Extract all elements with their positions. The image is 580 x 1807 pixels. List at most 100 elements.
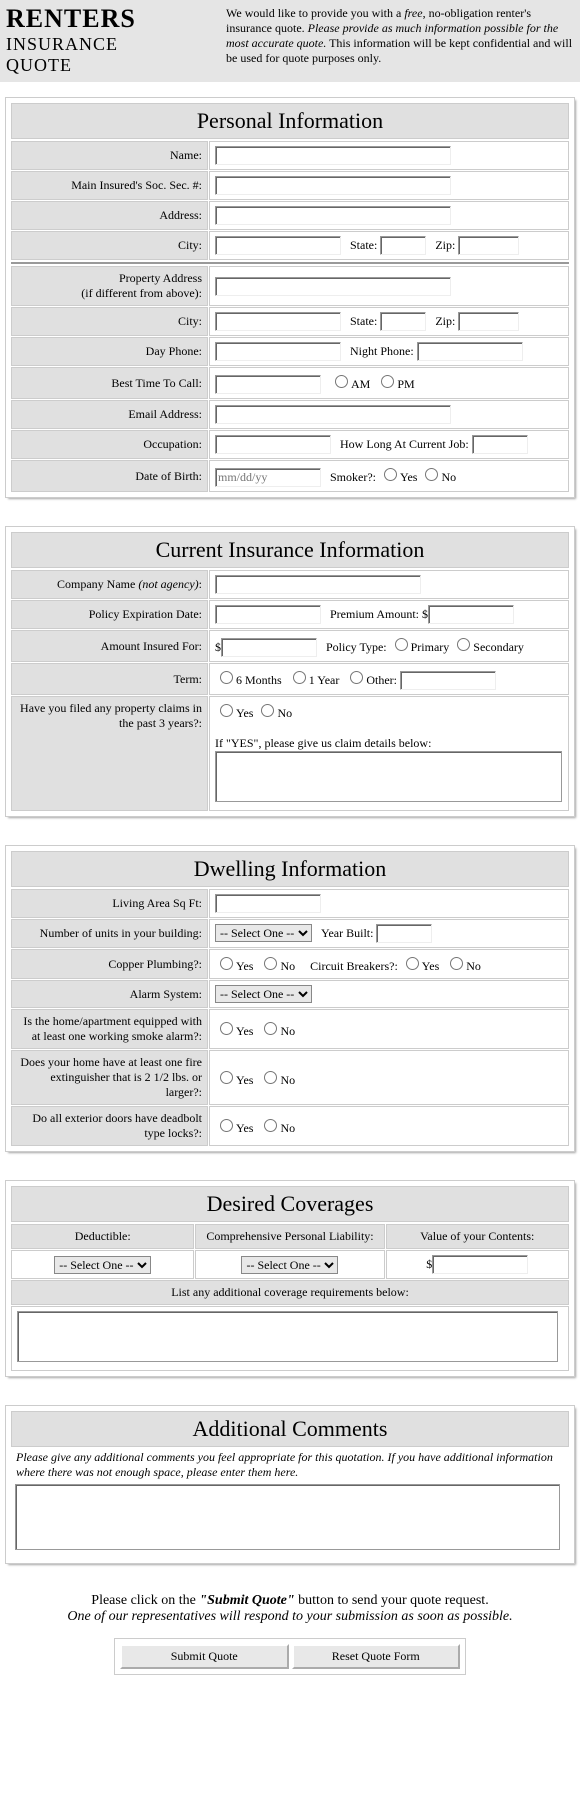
deductible-select[interactable]: -- Select One -- — [54, 1256, 151, 1274]
additional-coverage-textarea[interactable] — [17, 1311, 558, 1362]
comments-section: Additional Comments Please give any addi… — [6, 1406, 574, 1563]
best-time-input[interactable] — [215, 375, 321, 394]
label-company: Company Name (not agency): — [11, 570, 208, 599]
copper-no-radio[interactable] — [264, 957, 277, 970]
section-title: Desired Coverages — [11, 1186, 569, 1222]
year-built-input[interactable] — [376, 924, 432, 943]
zip2-input[interactable] — [458, 312, 519, 331]
email-input[interactable] — [215, 405, 451, 424]
label-term: Term: — [11, 663, 208, 695]
occupation-input[interactable] — [215, 435, 331, 454]
label-address: Address: — [11, 201, 208, 230]
smoke-yes-radio[interactable] — [220, 1022, 233, 1035]
coverages-section: Desired Coverages Deductible:Comprehensi… — [6, 1181, 574, 1376]
city2-input[interactable] — [215, 312, 341, 331]
city-input[interactable] — [215, 236, 341, 255]
current-insurance-section: Current Insurance Information Company Na… — [6, 527, 574, 816]
claims-details-textarea[interactable] — [215, 751, 562, 802]
label-email: Email Address: — [11, 400, 208, 429]
comments-note: Please give any additional comments you … — [10, 1448, 570, 1482]
label-name: Name: — [11, 141, 208, 170]
property-address-input[interactable] — [215, 277, 451, 296]
premium-input[interactable] — [428, 605, 514, 624]
label-units: Number of units in your building: — [11, 919, 208, 948]
claims-no-radio[interactable] — [261, 704, 274, 717]
label-occupation: Occupation: — [11, 430, 208, 459]
copper-yes-radio[interactable] — [220, 957, 233, 970]
section-title: Dwelling Information — [11, 851, 569, 887]
title-quote: QUOTE — [6, 55, 226, 76]
claims-yes-radio[interactable] — [220, 704, 233, 717]
label-ssn: Main Insured's Soc. Sec. #: — [11, 171, 208, 200]
section-title: Additional Comments — [11, 1411, 569, 1447]
label-additional-coverage: List any additional coverage requirement… — [11, 1280, 569, 1305]
label-best-time: Best Time To Call: — [11, 367, 208, 399]
cpl-select[interactable]: -- Select One -- — [241, 1256, 338, 1274]
submit-instructions: Please click on the "Submit Quote" butto… — [10, 1593, 570, 1625]
label-smoke: Is the home/apartment equipped with at l… — [11, 1009, 208, 1049]
term-other-input[interactable] — [400, 671, 496, 690]
label-dob: Date of Birth: — [11, 460, 208, 492]
expiration-input[interactable] — [215, 605, 321, 624]
breakers-no-radio[interactable] — [450, 957, 463, 970]
ext-yes-radio[interactable] — [220, 1071, 233, 1084]
label-deadbolt: Do all exterior doors have deadbolt type… — [11, 1106, 208, 1146]
dead-yes-radio[interactable] — [220, 1119, 233, 1132]
zip-input[interactable] — [458, 236, 519, 255]
label-city: City: — [11, 231, 208, 260]
smoker-no-radio[interactable] — [425, 468, 438, 481]
title-insurance: INSURANCE — [6, 34, 226, 55]
contents-value-input[interactable] — [432, 1255, 528, 1274]
dead-no-radio[interactable] — [264, 1119, 277, 1132]
address-input[interactable] — [215, 206, 451, 225]
label-copper: Copper Plumbing?: — [11, 949, 208, 979]
alarm-select[interactable]: -- Select One -- — [215, 985, 312, 1003]
company-input[interactable] — [215, 575, 421, 594]
title-renters: RENTERS — [6, 4, 226, 34]
smoke-no-radio[interactable] — [264, 1022, 277, 1035]
state-input[interactable] — [380, 236, 426, 255]
howlong-input[interactable] — [472, 435, 528, 454]
smoker-yes-radio[interactable] — [384, 468, 397, 481]
label-day-phone: Day Phone: — [11, 337, 208, 366]
dwelling-section: Dwelling Information Living Area Sq Ft: … — [6, 846, 574, 1151]
primary-radio[interactable] — [395, 638, 408, 651]
header: RENTERS INSURANCE QUOTE We would like to… — [0, 0, 580, 82]
section-title: Personal Information — [11, 103, 569, 139]
day-phone-input[interactable] — [215, 342, 341, 361]
label-voc: Value of your Contents: — [386, 1224, 570, 1249]
breakers-yes-radio[interactable] — [406, 957, 419, 970]
section-title: Current Insurance Information — [11, 532, 569, 568]
label-city2: City: — [11, 307, 208, 336]
dob-input[interactable] — [215, 468, 321, 487]
secondary-radio[interactable] — [457, 638, 470, 651]
term-6m-radio[interactable] — [220, 671, 233, 684]
ssn-input[interactable] — [215, 176, 451, 195]
label-claims: Have you filed any property claims in th… — [11, 696, 208, 811]
label-extinguisher: Does your home have at least one fire ex… — [11, 1050, 208, 1105]
units-select[interactable]: -- Select One -- — [215, 924, 312, 942]
intro-text: We would like to provide you with a free… — [226, 4, 574, 76]
claims-ifyes-text: If "YES", please give us claim details b… — [215, 736, 431, 750]
label-cpl: Comprehensive Personal Liability: — [195, 1224, 384, 1249]
label-property-address: Property Address(if different from above… — [11, 266, 208, 306]
term-other-radio[interactable] — [350, 671, 363, 684]
am-radio[interactable] — [335, 375, 348, 388]
comments-textarea[interactable] — [15, 1484, 560, 1550]
personal-info-section: Personal Information Name: Main Insured'… — [6, 98, 574, 497]
amount-input[interactable] — [221, 638, 317, 657]
label-sqft: Living Area Sq Ft: — [11, 889, 208, 918]
sqft-input[interactable] — [215, 894, 321, 913]
submit-button[interactable]: Submit Quote — [120, 1644, 289, 1669]
label-amount-insured: Amount Insured For: — [11, 630, 208, 662]
label-deductible: Deductible: — [11, 1224, 194, 1249]
term-1y-radio[interactable] — [293, 671, 306, 684]
state2-input[interactable] — [380, 312, 426, 331]
label-alarm: Alarm System: — [11, 980, 208, 1008]
pm-radio[interactable] — [381, 375, 394, 388]
night-phone-input[interactable] — [417, 342, 523, 361]
ext-no-radio[interactable] — [264, 1071, 277, 1084]
name-input[interactable] — [215, 146, 451, 165]
reset-button[interactable]: Reset Quote Form — [292, 1644, 461, 1669]
label-expiration: Policy Expiration Date: — [11, 600, 208, 629]
